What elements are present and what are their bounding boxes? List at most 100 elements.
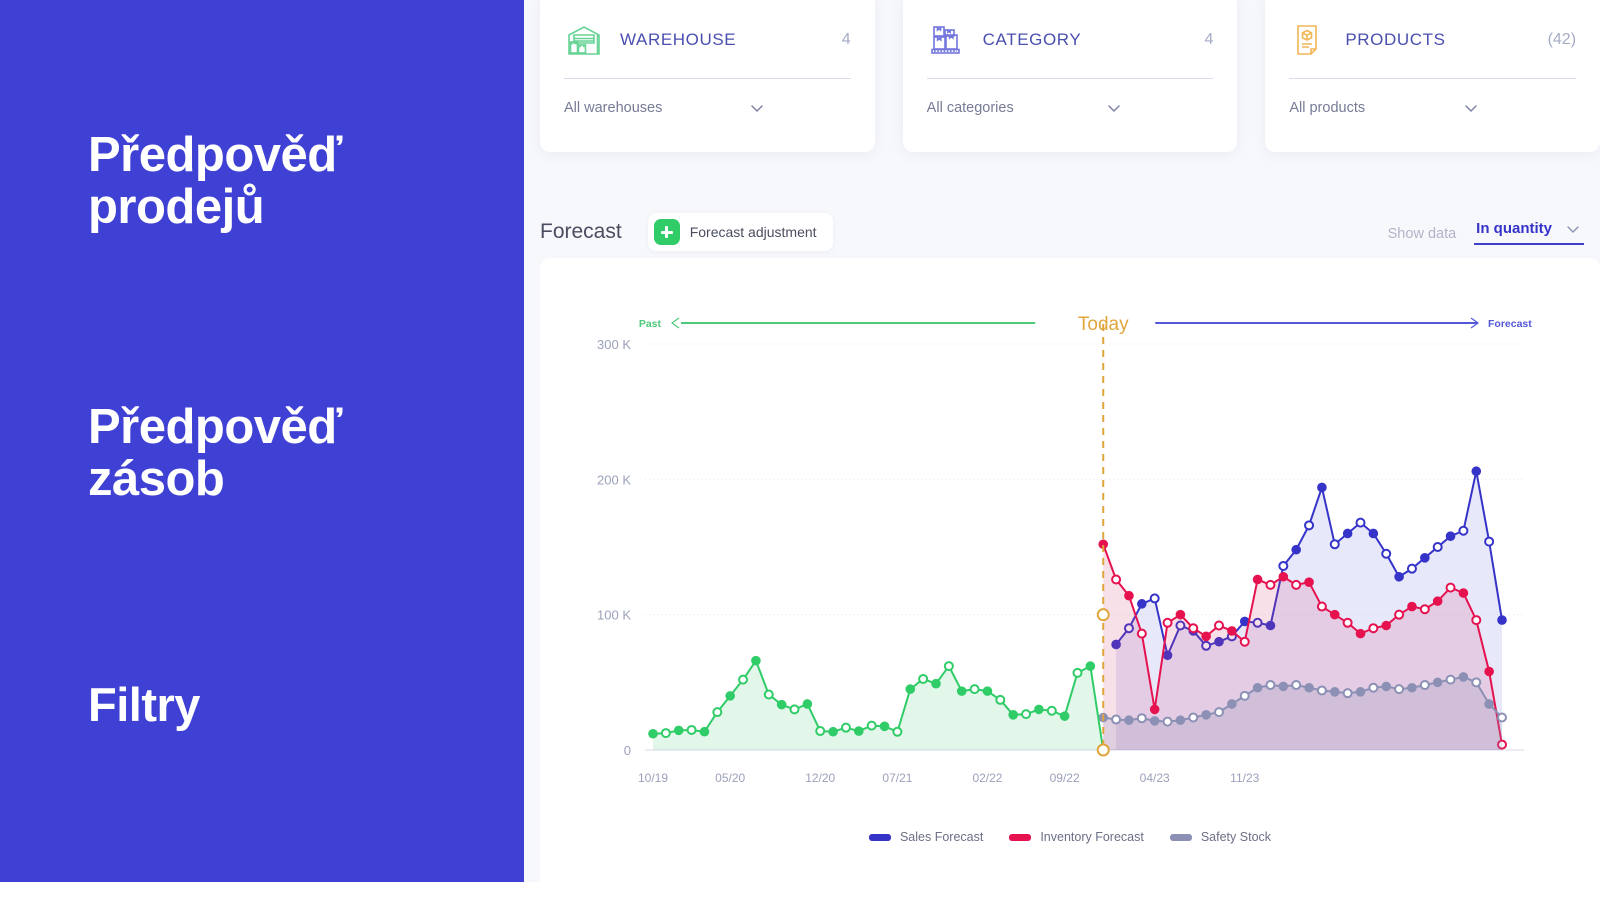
inventory-forecast-point[interactable] (1316, 601, 1327, 612)
safety-stock-point[interactable] (1407, 682, 1417, 693)
safety-stock-point[interactable] (1471, 677, 1482, 688)
inventory-forecast-point[interactable] (1278, 571, 1289, 582)
safety-stock-point[interactable] (1252, 682, 1263, 693)
past-sales-point[interactable] (660, 728, 671, 739)
safety-stock-point[interactable] (1227, 699, 1237, 709)
chevron-down-icon[interactable] (1105, 99, 1214, 117)
forecast-chart-svg[interactable]: 0 100 K 200 K 300 K 10/19 05/20 12/20 07/21 02/2… (540, 258, 1600, 838)
sales-forecast-point[interactable] (1432, 542, 1443, 552)
legend-item-sales-forecast[interactable]: Sales Forecast (868, 830, 983, 844)
inventory-forecast-point[interactable] (1381, 620, 1392, 631)
inventory-forecast-point[interactable] (1201, 631, 1211, 642)
inventory-forecast-point[interactable] (1252, 574, 1263, 585)
inventory-forecast-point[interactable] (1175, 609, 1186, 620)
sales-forecast-point[interactable] (1471, 466, 1482, 477)
sales-forecast-point[interactable] (1278, 560, 1289, 571)
inventory-forecast-point[interactable] (1355, 628, 1366, 639)
past-sales-point[interactable] (866, 720, 877, 731)
safety-stock-point[interactable] (1304, 682, 1314, 693)
safety-stock-point[interactable] (1136, 713, 1147, 724)
inventory-forecast-point[interactable] (1291, 579, 1302, 590)
inventory-forecast-point[interactable] (1162, 617, 1173, 628)
past-sales-point[interactable] (815, 726, 826, 737)
past-sales-point[interactable] (828, 726, 838, 737)
legend-item-safety-stock[interactable]: Safety Stock (1169, 830, 1271, 844)
safety-stock-point[interactable] (1175, 715, 1186, 726)
safety-stock-point[interactable] (1162, 716, 1173, 727)
past-sales-point[interactable] (1034, 704, 1044, 715)
inventory-forecast-point[interactable] (1329, 609, 1340, 620)
filter-card-warehouse[interactable]: WAREHOUSE 4 All warehouses (540, 0, 875, 152)
past-sales-point[interactable] (789, 704, 800, 715)
past-sales-point[interactable] (725, 691, 735, 701)
safety-stock-point[interactable] (1188, 712, 1199, 723)
safety-stock-point[interactable] (1419, 680, 1430, 691)
sales-forecast-point[interactable] (1381, 548, 1392, 559)
past-sales-point[interactable] (776, 699, 787, 710)
safety-stock-point[interactable] (1201, 710, 1211, 720)
past-sales-point[interactable] (943, 661, 954, 672)
inventory-forecast-point[interactable] (1419, 604, 1430, 615)
chevron-down-icon[interactable] (748, 99, 851, 117)
past-sales-point[interactable] (1021, 709, 1032, 720)
sales-forecast-point[interactable] (1368, 528, 1379, 539)
sales-forecast-point[interactable] (1342, 528, 1353, 539)
sales-forecast-point[interactable] (1458, 525, 1469, 536)
safety-stock-point[interactable] (1124, 715, 1134, 726)
past-sales-point[interactable] (892, 726, 903, 737)
legend-item-inventory-forecast[interactable]: Inventory Forecast (1009, 830, 1144, 844)
past-sales-point[interactable] (1085, 661, 1096, 671)
inventory-forecast-point[interactable] (1214, 620, 1224, 631)
inventory-forecast-point[interactable] (1458, 588, 1469, 598)
safety-stock-point[interactable] (1458, 672, 1469, 682)
sales-forecast-point[interactable] (1484, 536, 1495, 547)
chevron-down-icon[interactable] (1462, 99, 1576, 117)
past-sales-point[interactable] (1046, 705, 1057, 716)
past-sales-point[interactable] (854, 726, 864, 736)
inventory-forecast-point[interactable] (1111, 574, 1122, 585)
safety-stock-point[interactable] (1265, 680, 1276, 691)
sales-forecast-point[interactable] (1406, 563, 1417, 574)
sales-forecast-point[interactable] (1355, 517, 1366, 528)
sales-forecast-point[interactable] (1317, 482, 1327, 493)
inventory-forecast-point[interactable] (1407, 601, 1417, 612)
inventory-forecast-point[interactable] (1445, 582, 1456, 593)
past-sales-point[interactable] (712, 707, 723, 718)
safety-stock-point[interactable] (1239, 690, 1250, 701)
safety-stock-point[interactable] (1111, 714, 1122, 725)
filter-card-products[interactable]: PRODUCTS (42) All products (1265, 0, 1600, 152)
past-sales-point[interactable] (1008, 710, 1018, 720)
past-sales-point[interactable] (763, 689, 774, 700)
safety-stock-point[interactable] (1394, 684, 1405, 695)
inventory-forecast-point[interactable] (1368, 623, 1379, 634)
inventory-forecast-point[interactable] (1239, 636, 1250, 647)
safety-stock-point[interactable] (1329, 687, 1340, 697)
sales-forecast-point[interactable] (1291, 544, 1301, 555)
safety-stock-point[interactable] (1381, 681, 1392, 692)
past-sales-point[interactable] (905, 684, 916, 694)
safety-stock-point[interactable] (1149, 716, 1160, 726)
inventory-forecast-point[interactable] (1265, 579, 1276, 590)
sales-forecast-point[interactable] (1137, 599, 1147, 609)
safety-stock-point[interactable] (1484, 699, 1494, 709)
inventory-forecast-point[interactable] (1304, 577, 1314, 587)
today-lower-handle[interactable] (1096, 743, 1110, 757)
sales-forecast-point[interactable] (1420, 553, 1430, 563)
past-sales-point[interactable] (918, 673, 929, 684)
safety-stock-point[interactable] (1316, 685, 1327, 696)
past-sales-point[interactable] (879, 721, 890, 732)
inventory-forecast-point[interactable] (1149, 704, 1160, 715)
inventory-forecast-point[interactable] (1484, 666, 1494, 677)
inventory-forecast-point[interactable] (1124, 590, 1134, 601)
show-data-select[interactable]: In quantity (1474, 220, 1584, 245)
warehouse-select[interactable]: All warehouses (564, 85, 851, 131)
safety-stock-point[interactable] (1355, 687, 1366, 697)
past-sales-point[interactable] (969, 684, 980, 695)
past-sales-point[interactable] (1072, 667, 1083, 678)
inventory-forecast-point[interactable] (1471, 615, 1482, 626)
filter-card-category[interactable]: CATEGORY 4 All categories (902, 0, 1238, 152)
sales-forecast-point[interactable] (1304, 520, 1315, 531)
past-sales-point[interactable] (995, 694, 1006, 705)
chevron-down-icon[interactable] (1564, 220, 1582, 238)
chart-canvas[interactable]: 0 100 K 200 K 300 K 10/19 05/20 12/20 07/21 02/2… (540, 258, 1600, 900)
